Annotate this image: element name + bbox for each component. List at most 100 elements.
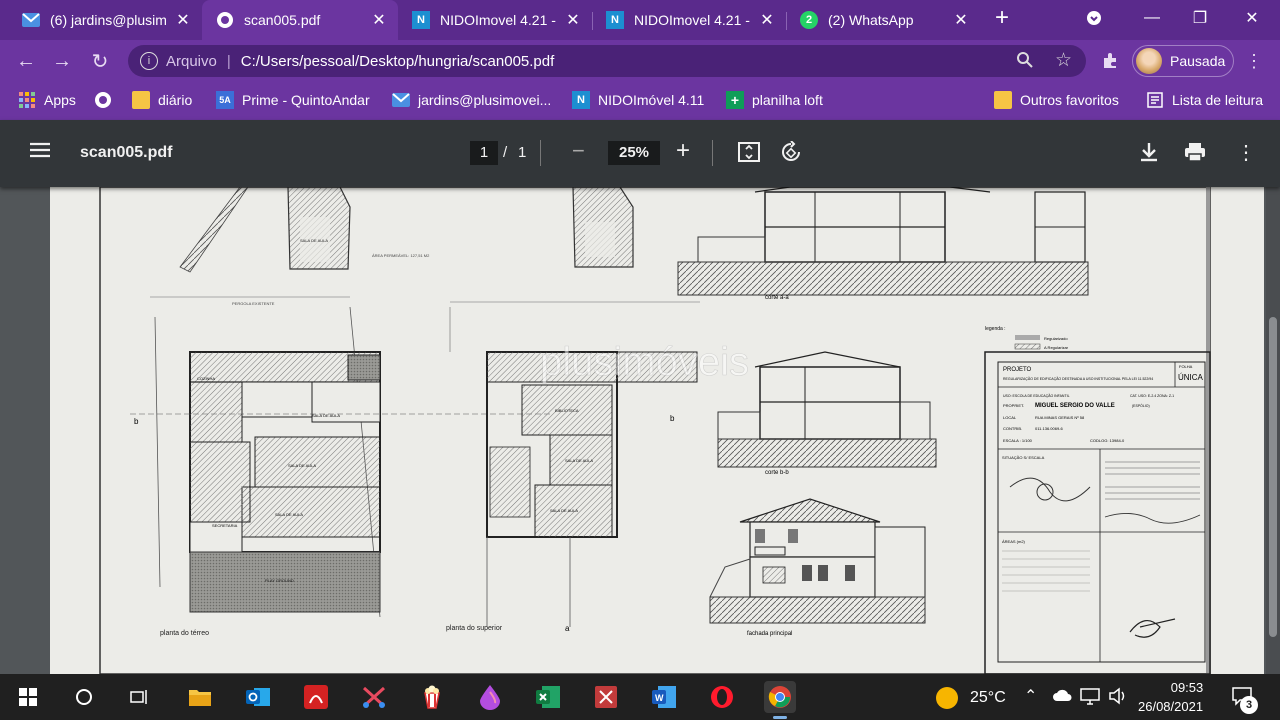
taskbar: W 25°C ⌃ 09:53 26/08/2021 3 xyxy=(0,674,1280,720)
search-icon[interactable] xyxy=(68,681,100,713)
pdf-viewer[interactable]: PERGOLA EXISTENTE ÁREA PERMEÁVEL: 127,51… xyxy=(0,187,1280,674)
bookmark-outros[interactable]: Outros favoritos xyxy=(994,82,1119,118)
tab-nido-1[interactable]: N NIDOImovel 4.21 - ✕ xyxy=(398,0,592,40)
acrobat-icon[interactable] xyxy=(300,681,332,713)
profile-button[interactable]: Pausada xyxy=(1132,45,1234,77)
weather-sun-icon[interactable] xyxy=(936,687,958,709)
zoom-in-button[interactable]: + xyxy=(676,137,690,165)
chrome-icon[interactable] xyxy=(764,681,796,719)
reload-button[interactable]: ↻ xyxy=(88,49,112,73)
onedrive-cloud-icon[interactable] xyxy=(1052,688,1072,707)
pergola-label: PERGOLA EXISTENTE xyxy=(232,301,275,306)
globe-icon xyxy=(216,11,234,29)
zoom-search-icon[interactable] xyxy=(1016,51,1034,73)
quintoandar-icon: 5A xyxy=(216,91,234,109)
menu-icon[interactable]: ⋮ xyxy=(1242,49,1266,73)
bookmark-planilha[interactable]: + planilha loft xyxy=(726,82,823,118)
forward-button[interactable]: → xyxy=(50,49,74,73)
section-marker: a xyxy=(565,624,570,633)
info-icon[interactable]: i xyxy=(140,52,158,70)
tab-title: NIDOImovel 4.21 - xyxy=(634,12,750,28)
reading-list-button[interactable]: Lista de leitura xyxy=(1146,82,1263,118)
print-icon[interactable] xyxy=(1184,142,1206,167)
volume-icon[interactable] xyxy=(1108,687,1128,710)
file-explorer-icon[interactable] xyxy=(184,681,216,713)
address-bar[interactable]: i Arquivo | C:/Users/pessoal/Desktop/hun… xyxy=(128,45,1086,77)
zoom-input[interactable]: 25% xyxy=(608,141,660,165)
bookmark-jardins[interactable]: jardins@plusimovei... xyxy=(392,82,551,118)
excel-icon[interactable] xyxy=(532,681,564,713)
pdf-scrollbar[interactable] xyxy=(1266,187,1280,674)
globe-icon xyxy=(94,91,112,109)
tab-search-button[interactable] xyxy=(1072,0,1116,36)
more-options-icon[interactable]: ⋮ xyxy=(1236,140,1256,165)
minimize-button[interactable]: — xyxy=(1130,0,1174,36)
download-icon[interactable] xyxy=(1140,142,1158,167)
room-label: SALA DE AULA xyxy=(275,512,303,517)
room-label: SALA DE AULA xyxy=(300,238,328,243)
hamburger-menu-icon[interactable] xyxy=(30,142,50,163)
zoom-out-button[interactable]: − xyxy=(572,138,585,164)
network-icon[interactable] xyxy=(1080,688,1100,711)
clock-time[interactable]: 09:53 xyxy=(1152,680,1222,695)
drawing-title: planta do térreo xyxy=(160,630,209,637)
bookmark-apps[interactable]: Apps xyxy=(18,82,76,118)
escala-label: ESCALA : 1/100 xyxy=(1003,438,1033,443)
opera-icon[interactable] xyxy=(706,681,738,713)
bookmark-diario[interactable]: diário xyxy=(132,82,192,118)
back-button[interactable]: ← xyxy=(14,49,38,73)
title-block-heading: PROJETO xyxy=(1003,367,1032,373)
outlook-icon[interactable] xyxy=(242,681,274,713)
chevron-up-icon[interactable]: ⌃ xyxy=(1024,686,1037,706)
bookmark-label: Outros favoritos xyxy=(1020,92,1119,108)
pdf-toolbar: scan005.pdf 1 / 1 − 25% + ⋮ xyxy=(0,120,1280,187)
legend-swatch xyxy=(1015,335,1040,340)
reading-list-icon xyxy=(1146,91,1164,109)
new-tab-button[interactable]: + xyxy=(980,0,1024,36)
signature xyxy=(1129,618,1176,638)
local-label: LOCAL xyxy=(1003,415,1017,420)
tab-scan005[interactable]: scan005.pdf ✕ xyxy=(202,0,398,40)
divider: | xyxy=(226,52,231,70)
window-close-button[interactable]: ✕ xyxy=(1230,0,1274,36)
fit-page-icon[interactable] xyxy=(738,142,760,167)
star-icon[interactable]: ☆ xyxy=(1055,49,1072,72)
close-icon[interactable]: ✕ xyxy=(952,10,970,30)
room-label: BIBLIOTECA xyxy=(555,408,579,413)
tab-whatsapp[interactable]: 2 (2) WhatsApp ✕ xyxy=(786,0,980,40)
word-icon[interactable]: W xyxy=(648,681,680,713)
scrollbar-thumb[interactable] xyxy=(1269,317,1277,637)
popcorn-app-icon[interactable] xyxy=(416,681,448,713)
tab-gmail[interactable]: (6) jardins@plusim ✕ xyxy=(8,0,202,40)
task-view-icon[interactable] xyxy=(124,681,156,713)
room-label: SALA DE AULA xyxy=(288,463,316,468)
tab-nido-2[interactable]: N NIDOImovel 4.21 - ✕ xyxy=(592,0,786,40)
snipping-tool-icon[interactable] xyxy=(358,681,390,713)
nido-icon: N xyxy=(412,11,430,29)
close-icon[interactable]: ✕ xyxy=(370,10,388,30)
extensions-icon[interactable] xyxy=(1098,49,1122,73)
clock-date[interactable]: 26/08/2021 xyxy=(1138,699,1203,714)
page-number-input[interactable]: 1 xyxy=(470,141,498,165)
room-label: SALA DE AULA xyxy=(312,413,340,418)
restore-button[interactable]: ❐ xyxy=(1178,0,1222,36)
architectural-drawing: PERGOLA EXISTENTE ÁREA PERMEÁVEL: 127,51… xyxy=(99,187,1211,674)
paint-drop-icon[interactable] xyxy=(474,681,506,713)
tab-title: (2) WhatsApp xyxy=(828,12,914,28)
weather-temperature[interactable]: 25°C xyxy=(970,689,1006,707)
bookmark-quintoandar[interactable]: 5A Prime - QuintoAndar xyxy=(216,82,370,118)
close-icon[interactable]: ✕ xyxy=(564,10,582,30)
presentation-app-icon[interactable] xyxy=(590,681,622,713)
close-icon[interactable]: ✕ xyxy=(174,10,192,30)
tab-title: NIDOImovel 4.21 - xyxy=(440,12,556,28)
close-icon[interactable]: ✕ xyxy=(758,10,776,30)
windows-start-icon[interactable] xyxy=(12,681,44,713)
bookmark-nido[interactable]: N NIDOImóvel 4.11 xyxy=(572,82,704,118)
corte-aa: corte a-a xyxy=(677,187,1089,301)
rotate-icon[interactable] xyxy=(780,140,802,168)
url-text: C:/Users/pessoal/Desktop/hungria/scan005… xyxy=(240,52,555,70)
drawing-title: corte b-b xyxy=(765,470,789,476)
bookmark-label: Apps xyxy=(44,92,76,108)
bookmark-globe[interactable] xyxy=(94,82,120,118)
project-description: REGULARIZAÇÃO DE EDIFICAÇÃO DESTINADA A … xyxy=(1003,376,1153,381)
